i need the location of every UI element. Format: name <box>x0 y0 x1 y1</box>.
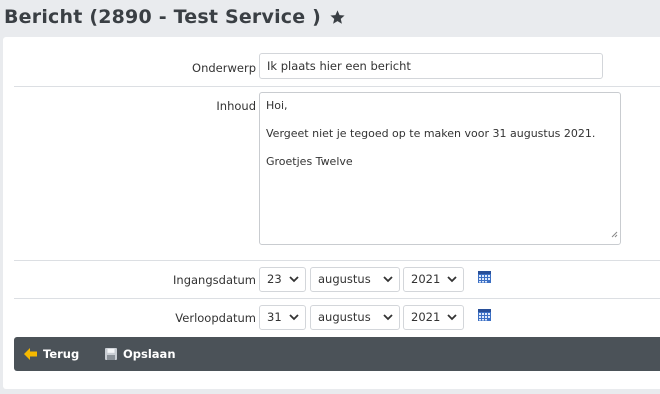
chevron-down-icon <box>289 314 299 321</box>
start-date-label: Ingangsdatum <box>173 273 256 287</box>
start-date-row: Ingangsdatum 23 augustus 2021 <box>14 261 660 299</box>
end-month-select[interactable]: augustus <box>310 305 400 330</box>
end-month-value: augustus <box>318 310 371 324</box>
content-line: Groetjes Twelve <box>266 155 353 168</box>
floppy-disk-icon <box>105 348 117 360</box>
chevron-down-icon <box>447 276 457 283</box>
page-title: Bericht (2890 - Test Service ) <box>4 6 322 28</box>
end-year-select[interactable]: 2021 <box>403 305 464 330</box>
calendar-icon[interactable] <box>478 309 491 321</box>
end-year-value: 2021 <box>411 310 441 324</box>
chevron-down-icon <box>289 276 299 283</box>
title-bar: Bericht (2890 - Test Service ) <box>4 4 346 30</box>
start-year-value: 2021 <box>411 272 441 286</box>
content-line: Vergeet niet je tegoed op te maken voor … <box>266 127 596 140</box>
subject-input[interactable]: Ik plaats hier een bericht <box>259 53 603 79</box>
content-textarea[interactable]: Hoi, Vergeet niet je tegoed op te maken … <box>259 92 621 245</box>
start-month-value: augustus <box>318 272 371 286</box>
end-date-label: Verloopdatum <box>175 311 256 325</box>
chevron-down-icon <box>383 276 393 283</box>
start-day-select[interactable]: 23 <box>259 267 306 292</box>
star-icon[interactable] <box>329 9 346 26</box>
back-button-label: Terug <box>43 347 80 361</box>
back-button[interactable]: Terug <box>24 337 79 371</box>
arrow-left-icon <box>24 348 37 360</box>
content-row: Inhoud Hoi, Vergeet niet je tegoed op te… <box>14 87 660 261</box>
end-day-value: 31 <box>267 310 282 324</box>
content-label: Inhoud <box>216 99 256 113</box>
subject-row: Onderwerp Ik plaats hier een bericht <box>14 49 660 87</box>
end-day-select[interactable]: 31 <box>259 305 306 330</box>
subject-label: Onderwerp <box>192 61 256 75</box>
action-toolbar: Terug Opslaan <box>14 337 660 371</box>
start-day-value: 23 <box>267 272 282 286</box>
end-date-row: Verloopdatum 31 augustus 2021 <box>14 299 660 337</box>
form-panel: Onderwerp Ik plaats hier een bericht Inh… <box>3 37 660 389</box>
chevron-down-icon <box>447 314 457 321</box>
chevron-down-icon <box>383 314 393 321</box>
start-month-select[interactable]: augustus <box>310 267 400 292</box>
content-line: Hoi, <box>266 99 288 112</box>
start-year-select[interactable]: 2021 <box>403 267 464 292</box>
save-button-label: Opslaan <box>123 347 176 361</box>
calendar-icon[interactable] <box>478 271 491 283</box>
resize-grip-icon[interactable] <box>611 228 618 242</box>
save-button[interactable]: Opslaan <box>105 337 176 371</box>
